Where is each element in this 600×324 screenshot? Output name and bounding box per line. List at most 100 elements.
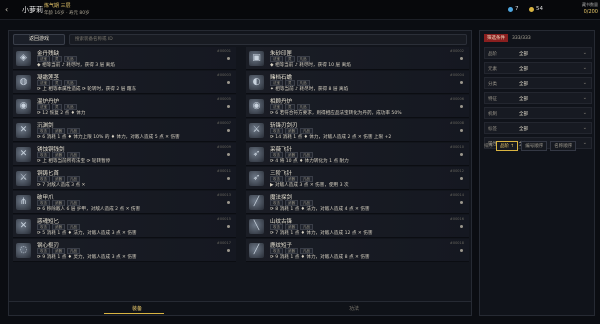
item-card[interactable]: ╱ 魔法探剑 #00014 攻击 武器 凡品 ⟳ 8 消耗 1 点 ♦ 法力，对敌人…: [246, 191, 469, 214]
item-thumbnail-icon: ➶: [249, 147, 264, 162]
item-code: #00015: [216, 217, 231, 221]
more-options-icon[interactable]: [227, 201, 230, 204]
item-code: #00016: [449, 217, 464, 221]
item-description: ◆ 相等当前 ♪ 耗尽时，获得 10 层 离焰: [270, 63, 351, 68]
item-card[interactable]: ✕ 锈蚀铜钱剑 #00009 攻击 武器 凡品 ⟳ 上 相等当前所有法宝 ⟳ 轮转暂…: [13, 143, 236, 166]
more-options-icon[interactable]: [460, 129, 463, 132]
realm-text: 炼气期 三层: [44, 3, 71, 9]
item-card[interactable]: ⚔ 斩锋刃剑刃 #00008 攻击 武器 凡品 ⟳ 14 消耗 1 点 ♦ 体力，对…: [246, 119, 469, 142]
coin-count: 54: [536, 6, 543, 12]
item-description: ⟳ 6 移除敌人 6 层 护甲，对敌人造成 2 点 ✕ 伤害: [37, 207, 141, 212]
item-thumbnail-icon: ◉: [16, 99, 31, 114]
item-thumbnail-icon: ╲: [249, 219, 264, 234]
item-code: #00001: [216, 49, 231, 53]
item-card[interactable]: ◉ 相顾丹炉 #00006 法宝灵凡品 ⟳ 6 若符合符方要求，则得相应品法宝转…: [246, 95, 469, 118]
item-thumbnail-icon: ✕: [16, 147, 31, 162]
item-thumbnail-icon: ⚔: [249, 123, 264, 138]
filter-dropdown[interactable]: 元素 全部 ⌄: [484, 62, 592, 74]
item-thumbnail-icon: ◐: [249, 75, 264, 90]
filter-dropdown-value: 全部: [519, 52, 528, 57]
item-code: #00017: [216, 241, 231, 245]
sort-by-id[interactable]: 编号顺序: [521, 141, 548, 151]
filter-dropdown-label: 机制: [488, 112, 497, 117]
item-card[interactable]: ╲ 山纹古锋 #00016 攻击 武器 凡品 ⟳ 7 消耗 1 点 ♦ 体力，对敌人…: [246, 215, 469, 238]
more-options-icon[interactable]: [227, 105, 230, 108]
chevron-down-icon: ⌄: [582, 80, 587, 86]
item-description: ◆ 相等当前 ♪ 耗尽时，获得 3 层 离焰: [37, 63, 115, 68]
item-description: ⟳ 6 若符合符方要求，则得相应品法宝转化为丹药，成功率 50%: [270, 111, 402, 116]
chevron-down-icon: ⌄: [582, 140, 587, 146]
more-options-icon[interactable]: [460, 153, 463, 156]
gem-count: 7: [515, 6, 519, 12]
sort-by-name[interactable]: 名称顺序: [550, 141, 577, 151]
item-code: #00005: [216, 97, 231, 101]
filter-count: 333/333: [512, 35, 531, 41]
more-options-icon[interactable]: [460, 201, 463, 204]
item-card[interactable]: ◍ 凝霜莲茎 #00003 法宝灵凡品 ⟳ 上 相等本属性造成 ⟳ 轮转时，获得…: [13, 71, 236, 94]
more-options-icon[interactable]: [460, 249, 463, 252]
filter-dropdown[interactable]: 特征 全部 ⌄: [484, 92, 592, 104]
search-input[interactable]: 搜索装备名称或 ID: [69, 34, 467, 45]
filter-dropdown-label: 分类: [488, 82, 497, 87]
item-card[interactable]: ➶ 三阶飞针 #00012 攻击 武器 凡品 ▶ 对敌人造成 3 点 ✕ 伤害，使用…: [246, 167, 469, 190]
filter-dropdown-value: 全部: [519, 67, 528, 72]
item-card[interactable]: ◈ 金丹残缺 #00001 法宝灵凡品 ◆ 相等当前 ♪ 耗尽时，获得 3 层 …: [13, 47, 236, 70]
more-options-icon[interactable]: [227, 177, 230, 180]
back-arrow-icon[interactable]: ‹: [5, 6, 13, 14]
item-card[interactable]: ◐ 赌档石蟾 #00004 法宝灵凡品 ✦ 相等当前 ♪ 耗尽时，获得 8 层 …: [246, 71, 469, 94]
more-options-icon[interactable]: [227, 249, 230, 252]
more-options-icon[interactable]: [460, 225, 463, 228]
item-card[interactable]: ◉ 温炉丹炉 #00005 法宝灵凡品 ⟳ 12 恢复 2 点 ♦ 体力: [13, 95, 236, 118]
item-description: ⟳ 上 相等当前所有法宝 ⟳ 轮转暂停: [37, 159, 111, 164]
bottom-tabs: 装备 功法: [9, 301, 471, 315]
item-thumbnail-icon: ▣: [249, 51, 264, 66]
item-description: ⟳ 9 消耗 1 点 ♦ 灵力，对敌人造成 3 点 ✕ 伤害: [37, 255, 137, 260]
filter-dropdown[interactable]: 标签 全部 ⌄: [484, 122, 592, 134]
sort-by-rank[interactable]: 品阶 ↑: [496, 141, 519, 151]
more-options-icon[interactable]: [227, 57, 230, 60]
item-card[interactable]: ╱ 鹿纹短子 #00018 攻击 武器 凡品 ⟳ 9 消耗 1 点 ♦ 体力，对敌人…: [246, 239, 469, 262]
item-description: ⟳ 14 消耗 1 点 ♦ 体力，对敌人造成 2 点 ✕ 伤害 上限 +2: [270, 135, 392, 140]
more-options-icon[interactable]: [227, 81, 230, 84]
filter-dropdown-label: 品阶: [488, 52, 497, 57]
more-options-icon[interactable]: [227, 225, 230, 228]
filter-title: 筛选条件: [484, 34, 508, 42]
filter-dropdown[interactable]: 品阶 全部 ⌄: [484, 47, 592, 59]
item-code: #00006: [449, 97, 464, 101]
more-options-icon[interactable]: [460, 57, 463, 60]
tab-skills[interactable]: 功法: [349, 305, 359, 312]
item-thumbnail-icon: ◍: [16, 75, 31, 90]
chevron-down-icon: ⌄: [582, 110, 587, 116]
item-description: ✦ 相等当前 ♪ 耗尽时，获得 8 层 离焰: [270, 87, 349, 92]
sort-row: 排序 品阶 ↑ 编号顺序 名称顺序: [484, 141, 577, 151]
filter-dropdown[interactable]: 机制 全部 ⌄: [484, 107, 592, 119]
chevron-down-icon: ⌄: [582, 125, 587, 131]
item-code: #00003: [216, 73, 231, 77]
item-card[interactable]: ⚔ 铜铸匕首 #00011 攻击 武器 凡品 ⟳ 7 对敌人造成 3 点 ✕: [13, 167, 236, 190]
more-options-icon[interactable]: [460, 81, 463, 84]
filter-dropdown[interactable]: 分类 全部 ⌄: [484, 77, 592, 89]
return-button[interactable]: 返回游戏: [13, 34, 65, 45]
item-card[interactable]: ✕ 沉渊剑 #00007 攻击 武器 凡品 ⟳ 6 消耗 1 点 ♦ 体力上限 10…: [13, 119, 236, 142]
item-description: ⟳ 12 恢复 2 点 ♦ 体力: [37, 111, 86, 116]
item-code: #00012: [449, 169, 464, 173]
tab-equipment[interactable]: 装备: [132, 305, 142, 312]
more-options-icon[interactable]: [227, 153, 230, 156]
age-text: 年龄 16岁 · 寿元 80岁: [44, 11, 90, 16]
filter-header: 筛选条件 333/333: [484, 34, 531, 42]
item-card[interactable]: ◌ 钢心枢刃 #00017 攻击 武器 凡品 ⟳ 9 消耗 1 点 ♦ 灵力，对敌人…: [13, 239, 236, 262]
item-card[interactable]: ▣ 朱砂印匣 #00002 法宝灵凡品 ◆ 相等当前 ♪ 耗尽时，获得 10 层…: [246, 47, 469, 70]
item-thumbnail-icon: ⚔: [16, 171, 31, 186]
item-thumbnail-icon: ╱: [249, 195, 264, 210]
item-card[interactable]: ⋔ 破甲爪 #00013 攻击 武器 凡品 ⟳ 6 移除敌人 6 层 护甲，对敌人造…: [13, 191, 236, 214]
gem-counter: 7: [508, 6, 519, 12]
filter-dropdown-value: 全部: [519, 127, 528, 132]
more-options-icon[interactable]: [460, 177, 463, 180]
more-options-icon[interactable]: [460, 105, 463, 108]
item-grid: ◈ 金丹残缺 #00001 法宝灵凡品 ◆ 相等当前 ♪ 耗尽时，获得 3 层 …: [13, 47, 469, 302]
more-options-icon[interactable]: [227, 129, 230, 132]
item-card[interactable]: ✕ 惑魂短匕 #00015 攻击 武器 凡品 ⟳ 5 消耗 1 点 ♦ 法力，对敌人…: [13, 215, 236, 238]
item-code: #00002: [449, 49, 464, 53]
item-card[interactable]: ➶ 采薇飞针 #00010 攻击 武器 凡品 ⟳ 4 将 10 点 ♦ 体力转化为 …: [246, 143, 469, 166]
item-list-panel: 返回游戏 搜索装备名称或 ID ◈ 金丹残缺 #00001 法宝灵凡品 ◆ 相等…: [8, 30, 472, 316]
